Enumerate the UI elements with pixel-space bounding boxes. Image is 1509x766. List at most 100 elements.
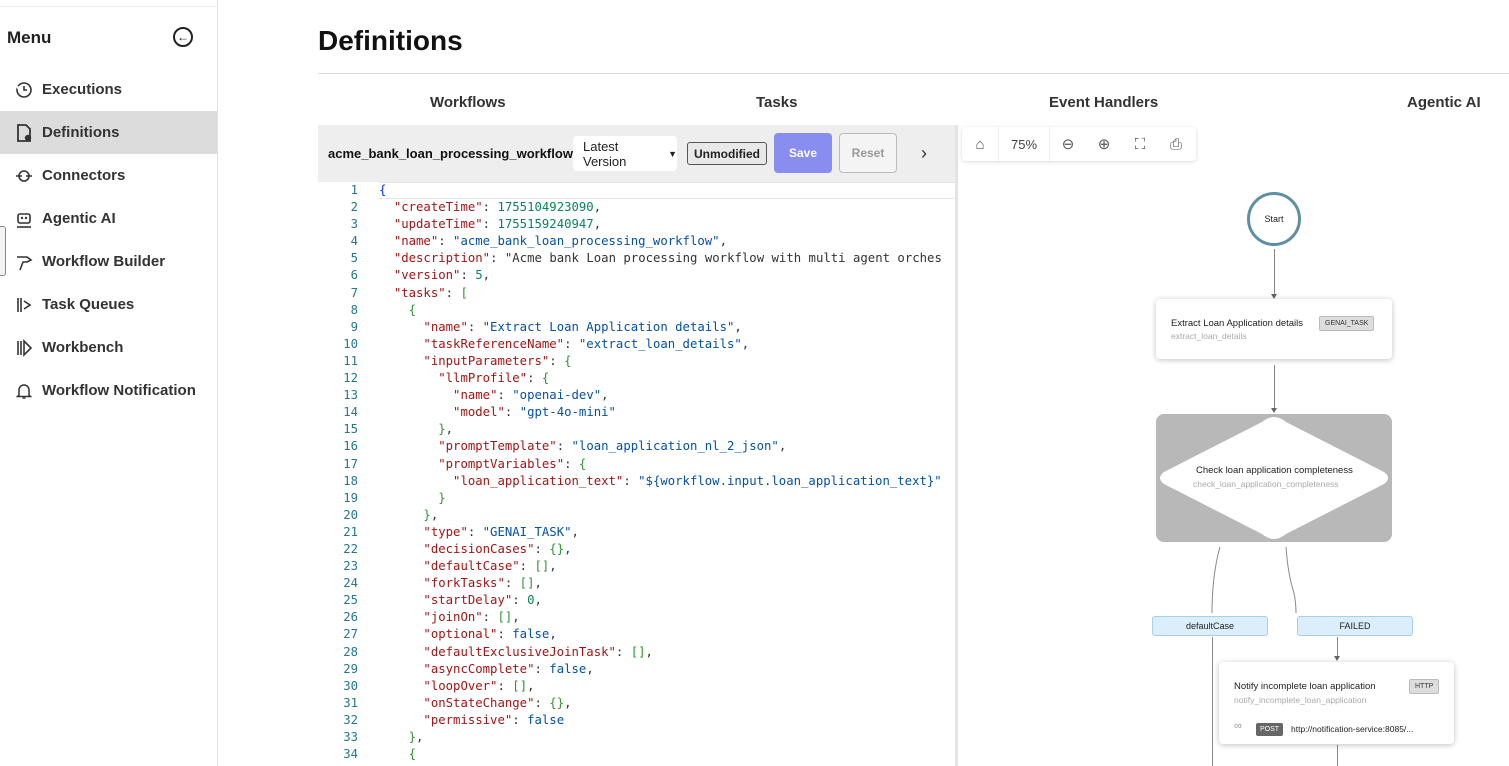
case-failed[interactable]: FAILED (1297, 616, 1413, 636)
code-lines: { "createTime": 1755104923090, "updateTi… (379, 182, 955, 763)
queue-icon (14, 295, 34, 315)
version-select[interactable]: Latest Version ▼ (573, 136, 677, 171)
fit-view-icon[interactable]: ⛶ (1122, 127, 1158, 161)
print-icon[interactable]: ⎙ (1158, 127, 1194, 161)
start-node[interactable]: Start (1247, 192, 1301, 246)
sidebar: Menu ← Executions Definitions Connectors… (0, 0, 218, 766)
json-code-editor[interactable]: 1 2 3 4 5 6 7 8 9 10 11 12 13 14 15 16 17 18 19 20 21 22 23 24 2… (318, 182, 955, 766)
line-number: 25 (343, 593, 358, 608)
decision-edges (1211, 546, 1297, 614)
code-line: "asyncComplete": false, (423, 661, 594, 676)
workflow-graph-panel[interactable]: ⌂ 75% ⊖ ⊕ ⛶ ⎙ Start Extract Loan Applica… (958, 125, 1509, 766)
line-number: 22 (343, 541, 358, 556)
task-ref: notify_incomplete_loan_application (1234, 695, 1367, 705)
page-title: Definitions (318, 25, 463, 56)
sidebar-item-workflow-notification[interactable]: Workflow Notification (0, 369, 217, 412)
version-select-value: Latest Version (583, 138, 627, 169)
collapse-sidebar-icon[interactable]: ← (173, 27, 193, 47)
line-number-gutter: 1 2 3 4 5 6 7 8 9 10 11 12 13 14 15 16 17 18 19 20 21 22 23 24 2… (318, 182, 368, 763)
case-default[interactable]: defaultCase (1152, 616, 1268, 636)
sidebar-item-agentic-ai[interactable]: Agentic AI (0, 197, 217, 240)
edge (1274, 249, 1275, 297)
app-root: Menu ← Executions Definitions Connectors… (0, 0, 1509, 766)
line-number: 3 (350, 217, 358, 232)
http-method-badge: POST (1256, 723, 1284, 736)
code-line: "decisionCases": {}, (423, 541, 572, 556)
line-number: 21 (343, 524, 358, 539)
line-number: 20 (343, 507, 358, 522)
code-line: "onStateChange": {}, (423, 695, 572, 710)
workbench-icon (14, 338, 34, 358)
edge (1212, 637, 1213, 766)
code-line: { (379, 183, 387, 197)
zoom-in-icon[interactable]: ⊕ (1086, 127, 1122, 161)
bell-icon (14, 381, 34, 401)
line-number: 23 (343, 559, 358, 574)
line-number: 32 (343, 712, 358, 727)
line-number: 2 (350, 200, 358, 215)
reset-button[interactable]: Reset (839, 133, 897, 173)
code-line: "loopOver": [], (423, 678, 535, 693)
line-number: 19 (343, 490, 358, 505)
code-line: "defaultCase": [], (423, 559, 557, 574)
line-number: 28 (343, 644, 358, 659)
line-number: 12 (343, 371, 358, 386)
http-url: http://notification-service:8085/... (1291, 724, 1414, 734)
decision-title: Check loan application completeness (1196, 465, 1353, 476)
code-line: "permissive": false (423, 712, 565, 727)
edge (1337, 745, 1338, 766)
line-number: 27 (343, 627, 358, 642)
code-line: "name": "acme_bank_loan_processing_workf… (393, 234, 727, 249)
line-number: 30 (343, 678, 358, 693)
sidebar-item-executions[interactable]: Executions (0, 68, 217, 111)
sidebar-item-task-queues[interactable]: Task Queues (0, 283, 217, 326)
task-ref: extract_loan_details (1171, 331, 1247, 341)
line-number: 31 (343, 695, 358, 710)
drag-handle[interactable] (0, 226, 6, 276)
sidebar-item-connectors[interactable]: Connectors (0, 154, 217, 197)
sidebar-item-label: Executions (42, 81, 123, 98)
menu-header: Menu ← (7, 26, 207, 50)
line-number: 5 (350, 251, 358, 266)
connector-icon (14, 166, 34, 186)
code-line: "updateTime": 1755159240947, (393, 217, 602, 232)
line-number: 14 (343, 405, 358, 420)
task-node-extract-loan[interactable]: Extract Loan Application details extract… (1156, 299, 1392, 359)
sidebar-item-workflow-builder[interactable]: Workflow Builder (0, 240, 217, 283)
sidebar-item-workbench[interactable]: Workbench (0, 326, 217, 369)
builder-icon (14, 252, 34, 272)
home-icon[interactable]: ⌂ (962, 127, 998, 161)
sidebar-item-definitions[interactable]: Definitions (0, 111, 217, 154)
sidebar-nav: Executions Definitions Connectors Agenti… (0, 68, 217, 412)
definition-tabs: Workflows Tasks Event Handlers Agentic A… (318, 84, 1509, 122)
tab-event-handlers[interactable]: Event Handlers (1049, 94, 1158, 111)
zoom-out-icon[interactable]: ⊖ (1050, 127, 1086, 161)
task-node-notify-incomplete[interactable]: Notify incomplete loan application notif… (1219, 662, 1454, 744)
code-line: }, (423, 507, 439, 522)
file-gear-icon (14, 123, 34, 143)
line-number: 7 (350, 285, 358, 300)
tab-workflows[interactable]: Workflows (430, 94, 506, 111)
code-line: "createTime": 1755104923090, (393, 200, 602, 215)
decision-ref: check_loan_application_completeness (1193, 479, 1339, 489)
edge (1274, 365, 1275, 411)
code-line: "joinOn": [], (423, 610, 520, 625)
sidebar-item-label: Definitions (42, 124, 120, 141)
save-button[interactable]: Save (774, 133, 832, 173)
code-line: "optional": false, (423, 627, 557, 642)
line-number: 10 (343, 336, 358, 351)
title-divider (318, 73, 1509, 74)
chevron-right-icon[interactable]: › (914, 142, 934, 164)
robot-icon (14, 209, 34, 229)
line-number: 18 (343, 473, 358, 488)
zoom-toolbar: ⌂ 75% ⊖ ⊕ ⛶ ⎙ (962, 127, 1196, 161)
sidebar-item-label: Agentic AI (42, 210, 116, 227)
code-line: "description": "Acme bank Loan processin… (393, 251, 942, 266)
tab-agentic-ai[interactable]: Agentic AI (1407, 94, 1481, 111)
code-line: "inputParameters": { (423, 353, 572, 368)
history-icon (14, 80, 34, 100)
caret-down-icon: ▼ (668, 148, 677, 159)
tab-tasks[interactable]: Tasks (756, 94, 797, 111)
menu-title: Menu (7, 28, 52, 47)
line-number: 8 (350, 302, 358, 317)
